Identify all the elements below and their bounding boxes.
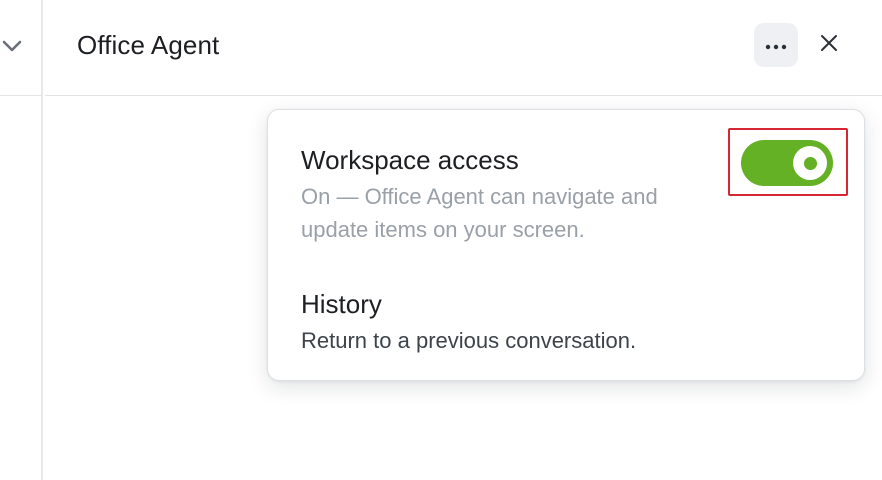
workspace-access-item: Workspace access On — Office Agent can n… (301, 144, 721, 246)
app-window: Office Agent Ask abou (0, 0, 882, 480)
more-horizontal-icon (765, 38, 787, 53)
workspace-access-toggle[interactable] (741, 140, 833, 186)
workspace-access-title: Workspace access (301, 145, 519, 175)
more-options-button[interactable] (754, 23, 798, 67)
options-popover: Workspace access On — Office Agent can n… (267, 109, 865, 381)
workspace-access-description-line-1: On — Office Agent can navigate and (301, 184, 658, 209)
chevron-down-icon[interactable] (0, 36, 24, 56)
panel-header: Office Agent (45, 0, 882, 96)
toggle-knob (793, 146, 827, 180)
history-item[interactable]: History Return to a previous conversatio… (301, 288, 821, 357)
history-description: Return to a previous conversation. (301, 328, 637, 353)
toggle-on-indicator (803, 156, 817, 170)
workspace-access-description: On — Office Agent can navigate and updat… (301, 180, 721, 246)
close-icon (819, 33, 839, 56)
left-pane (0, 0, 43, 480)
history-title: History (301, 289, 382, 319)
close-button[interactable] (811, 26, 847, 62)
left-pane-divider (0, 95, 43, 96)
panel-title: Office Agent (77, 30, 220, 60)
workspace-access-description-line-2: update items on your screen. (301, 217, 585, 242)
